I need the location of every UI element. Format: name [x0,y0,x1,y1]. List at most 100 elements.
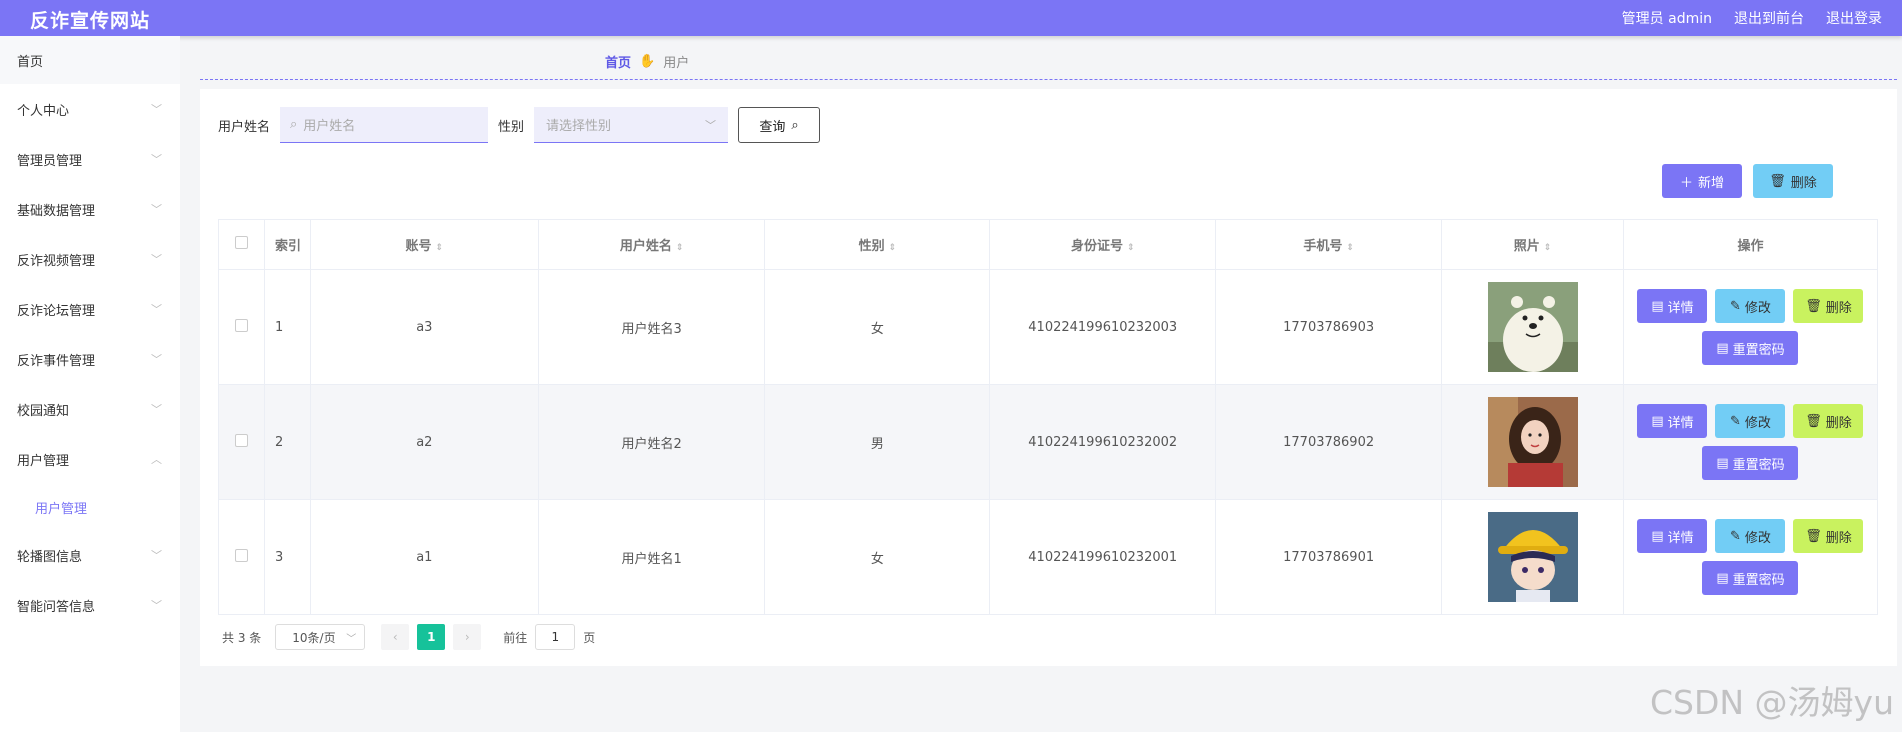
to-front-link[interactable]: 退出到前台 [1734,8,1804,28]
main-panel: 用户姓名 ⌕ 用户姓名 性别 请选择性别 ﹀ 查询 ⌕ ＋ 新增 🗑 删除 索引 [200,89,1897,666]
prev-page-button[interactable]: ‹ [381,624,410,650]
document-icon: ▤ [1651,298,1664,314]
site-title: 反诈宣传网站 [30,10,151,32]
table-row: 2 a2 用户姓名2 男 410224199610232002 17703786… [218,384,1879,500]
sidebar-item-home[interactable]: 首页 [0,36,180,84]
next-page-button[interactable]: › [453,624,482,650]
query-button[interactable]: 查询 ⌕ [738,107,821,143]
select-all-checkbox[interactable] [218,219,265,270]
sidebar-item-label: 首页 [17,54,44,70]
cell-gender: 男 [764,384,991,500]
sort-icon: ⇕ [888,243,897,253]
sidebar-item-label: 校园通知 [17,403,70,419]
sidebar-item-admins[interactable]: 管理员管理 ﹀ [0,134,180,184]
trash-icon: 🗑 [1769,173,1786,189]
logout-link[interactable]: 退出登录 [1826,8,1882,28]
document-icon: ▤ [1651,413,1664,429]
goto-label: 前往 [503,630,528,645]
cell-name: 用户姓名1 [537,499,766,615]
bulk-delete-button[interactable]: 🗑 删除 [1753,164,1833,198]
row-checkbox[interactable] [218,269,265,385]
delete-button[interactable]: 🗑 删除 [1793,404,1864,438]
name-search-input[interactable]: ⌕ 用户姓名 [280,107,489,143]
detail-button[interactable]: ▤ 详情 [1637,289,1708,323]
cell-name: 用户姓名2 [537,384,766,500]
trash-icon: 🗑 [1805,298,1822,314]
cell-phone: 17703786902 [1215,384,1443,500]
edit-button[interactable]: ✎ 修改 [1715,289,1786,323]
table-row: 1 a3 用户姓名3 女 410224199610232003 17703786… [218,269,1879,385]
chevron-down-icon: ﹀ [151,549,162,562]
sidebar-item-basic-data[interactable]: 基础数据管理 ﹀ [0,184,180,234]
edit-button[interactable]: ✎ 修改 [1715,519,1786,553]
sidebar-item-carousel[interactable]: 轮播图信息 ﹀ [0,530,180,580]
chevron-down-icon: ﹀ [151,599,162,612]
edit-button[interactable]: ✎ 修改 [1715,404,1786,438]
add-button-label: 新增 [1698,175,1725,191]
watermark: CSDN @汤姆yu [1649,683,1894,722]
reset-password-button[interactable]: ▤ 重置密码 [1702,561,1799,595]
reset-password-button[interactable]: ▤ 重置密码 [1702,446,1799,480]
goto-page-input[interactable]: 1 [535,624,576,650]
sort-icon: ⇕ [675,243,684,253]
polar-bear-photo[interactable] [1487,282,1578,372]
sidebar-item-qa[interactable]: 智能问答信息 ﹀ [0,580,180,630]
reset-password-button[interactable]: ▤ 重置密码 [1702,331,1799,365]
cell-gender: 女 [764,269,991,385]
sidebar-item-notices[interactable]: 校园通知 ﹀ [0,384,180,434]
sidebar-item-events[interactable]: 反诈事件管理 ﹀ [0,334,180,384]
sidebar-item-videos[interactable]: 反诈视频管理 ﹀ [0,234,180,284]
chevron-down-icon: ﹀ [151,153,162,166]
users-table: 索引 账号 ⇕ 用户姓名 ⇕ 性别 ⇕ 身份证号 ⇕ 手机号 ⇕ 照片 ⇕ 操作 1 a3 … [218,219,1879,615]
sort-icon: ⇕ [435,243,444,253]
col-gender[interactable]: 性别 ⇕ [764,219,991,270]
row-checkbox[interactable] [218,384,265,500]
anime-boy-photo[interactable] [1487,512,1578,602]
row-checkbox[interactable] [218,499,265,615]
col-account[interactable]: 账号 ⇕ [309,219,539,270]
chevron-down-icon: ﹀ [705,118,717,132]
delete-button[interactable]: 🗑 删除 [1793,289,1864,323]
sidebar-subitem-users[interactable]: 用户管理 [0,484,180,530]
pencil-icon: ✎ [1730,413,1741,429]
cell-phone: 17703786901 [1215,499,1443,615]
sort-icon: ⇕ [1346,243,1354,253]
cell-account: a2 [309,384,539,500]
page-number-current[interactable]: 1 [417,624,446,650]
breadcrumb-current: 用户 [663,56,690,71]
pencil-icon: ✎ [1730,528,1741,544]
cell-phone: 17703786903 [1215,269,1443,385]
sidebar-item-personal[interactable]: 个人中心 ﹀ [0,84,180,134]
page-size-select[interactable]: 10条/页 ﹀ [275,624,366,650]
sort-icon: ⇕ [1126,243,1135,253]
girl-portrait-photo[interactable] [1487,397,1578,487]
trash-icon: 🗑 [1805,528,1822,544]
sidebar-item-forum[interactable]: 反诈论坛管理 ﹀ [0,284,180,334]
chevron-down-icon: ﹀ [151,403,162,416]
chevron-right-icon: › [464,630,470,644]
detail-button[interactable]: ▤ 详情 [1637,404,1708,438]
breadcrumb-home[interactable]: 首页 [605,52,631,71]
col-name[interactable]: 用户姓名 ⇕ [537,219,766,270]
col-photo[interactable]: 照片 ⇕ [1441,219,1624,270]
cell-name: 用户姓名3 [537,269,766,385]
gender-placeholder: 请选择性别 [546,119,612,134]
add-button[interactable]: ＋ 新增 [1662,164,1742,198]
cell-photo [1441,499,1624,615]
pagination: 共 3 条 10条/页 ﹀ ‹ 1 › 前往 1 页 [222,624,595,650]
detail-button[interactable]: ▤ 详情 [1637,519,1708,553]
sidebar: 首页 个人中心 ﹀ 管理员管理 ﹀ 基础数据管理 ﹀ 反诈视频管理 ﹀ 反诈论坛管理 ﹀ … [0,36,180,732]
search-icon: ⌕ [290,117,298,132]
sidebar-item-label: 轮播图信息 [17,549,83,565]
col-phone[interactable]: 手机号 ⇕ [1215,219,1443,270]
sort-icon: ⇕ [1543,243,1552,253]
delete-button[interactable]: 🗑 删除 [1793,519,1864,553]
total-count: 共 3 条 [222,630,262,645]
cell-ops: ▤ 详情 ✎ 修改 🗑 删除 ▤ 重置密码 [1622,384,1879,500]
sidebar-item-users[interactable]: 用户管理 ︿ [0,434,180,484]
gender-select[interactable]: 请选择性别 ﹀ [534,107,729,143]
cell-account: a3 [309,269,539,385]
cell-index: 1 [263,269,311,385]
col-id-card[interactable]: 身份证号 ⇕ [989,219,1217,270]
col-ops: 操作 [1622,219,1879,270]
